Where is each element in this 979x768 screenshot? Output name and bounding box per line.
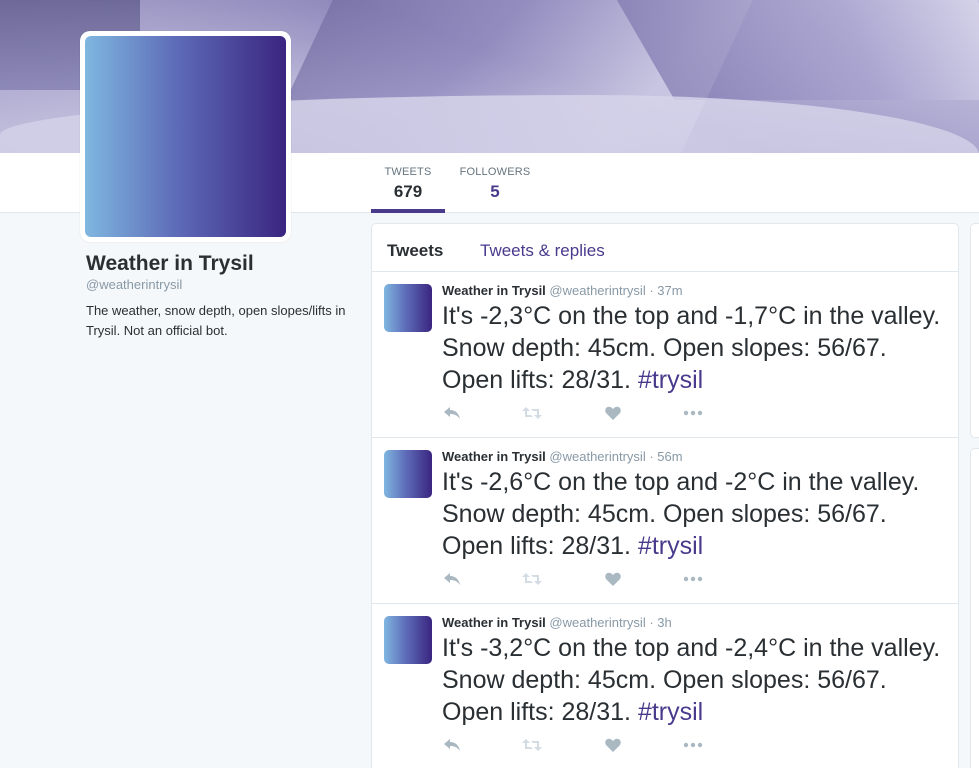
timeline-tabs: Tweets Tweets & replies	[372, 224, 958, 272]
tweet-item[interactable]: Weather in Trysil @weatherintrysil · 3h …	[372, 604, 958, 768]
retweet-icon[interactable]	[522, 403, 542, 423]
reply-icon[interactable]	[442, 735, 462, 755]
more-icon[interactable]	[683, 403, 703, 423]
tweet-text: It's -3,2°C on the top and -2,4°C in the…	[442, 632, 952, 728]
heart-icon[interactable]	[603, 735, 623, 755]
tweet-actions	[442, 403, 742, 423]
tweet-separator: ·	[645, 615, 658, 630]
nav-tweets-label: TWEETS	[384, 166, 432, 178]
tweet-item[interactable]: Weather in Trysil @weatherintrysil · 37m…	[372, 272, 958, 438]
tweet-timestamp[interactable]: 56m	[657, 449, 682, 464]
tweet-hashtag[interactable]: #trysil	[638, 532, 703, 560]
tweet-hashtag[interactable]: #trysil	[638, 366, 703, 394]
tweet-hashtag[interactable]: #trysil	[638, 698, 703, 726]
tweet-header: Weather in Trysil @weatherintrysil · 37m	[442, 283, 683, 298]
profile-bio: The weather, snow depth, open slopes/lif…	[86, 303, 346, 338]
more-icon[interactable]	[683, 735, 703, 755]
tweet-author-handle[interactable]: @weatherintrysil	[549, 449, 645, 464]
retweet-icon[interactable]	[522, 735, 542, 755]
heart-icon[interactable]	[603, 569, 623, 589]
avatar-image	[85, 36, 286, 237]
nav-tweets-count: 679	[393, 182, 423, 201]
tweet-text: It's -2,6°C on the top and -2°C in the v…	[442, 466, 952, 562]
tweet-author-name[interactable]: Weather in Trysil	[442, 449, 546, 464]
profile-handle[interactable]: @weatherintrysil	[86, 277, 182, 292]
tweet-author-name[interactable]: Weather in Trysil	[442, 283, 546, 298]
tweet-avatar[interactable]	[384, 284, 432, 332]
right-sidebar-card	[970, 448, 979, 768]
heart-icon[interactable]	[603, 403, 623, 423]
tweet-actions	[442, 735, 742, 755]
nav-followers-stat[interactable]: FOLLOWERS 5	[455, 153, 535, 213]
tweet-avatar[interactable]	[384, 616, 432, 664]
profile-avatar[interactable]	[80, 31, 291, 242]
nav-tweets-stat[interactable]: TWEETS 679	[371, 153, 445, 213]
tweet-header: Weather in Trysil @weatherintrysil · 56m	[442, 449, 683, 464]
tweet-actions	[442, 569, 742, 589]
tweet-item[interactable]: Weather in Trysil @weatherintrysil · 56m…	[372, 438, 958, 604]
reply-icon[interactable]	[442, 403, 462, 423]
more-icon[interactable]	[683, 569, 703, 589]
tab-tweets-replies[interactable]: Tweets & replies	[480, 241, 605, 261]
tweet-separator: ·	[645, 283, 658, 298]
reply-icon[interactable]	[442, 569, 462, 589]
tab-tweets[interactable]: Tweets	[387, 241, 443, 261]
tweet-text: It's -2,3°C on the top and -1,7°C in the…	[442, 300, 952, 396]
profile-name[interactable]: Weather in Trysil	[86, 252, 254, 276]
tweet-author-handle[interactable]: @weatherintrysil	[549, 283, 645, 298]
retweet-icon[interactable]	[522, 569, 542, 589]
tweet-timestamp[interactable]: 37m	[657, 283, 682, 298]
nav-followers-count: 5	[490, 182, 500, 201]
tweet-author-name[interactable]: Weather in Trysil	[442, 615, 546, 630]
tweet-timestamp[interactable]: 3h	[657, 615, 671, 630]
nav-followers-label: FOLLOWERS	[459, 166, 531, 178]
tweet-author-handle[interactable]: @weatherintrysil	[549, 615, 645, 630]
timeline: Tweets Tweets & replies Weather in Trysi…	[371, 223, 959, 768]
right-sidebar-card	[970, 223, 979, 438]
tweet-header: Weather in Trysil @weatherintrysil · 3h	[442, 615, 672, 630]
tweet-avatar[interactable]	[384, 450, 432, 498]
tweet-separator: ·	[645, 449, 658, 464]
